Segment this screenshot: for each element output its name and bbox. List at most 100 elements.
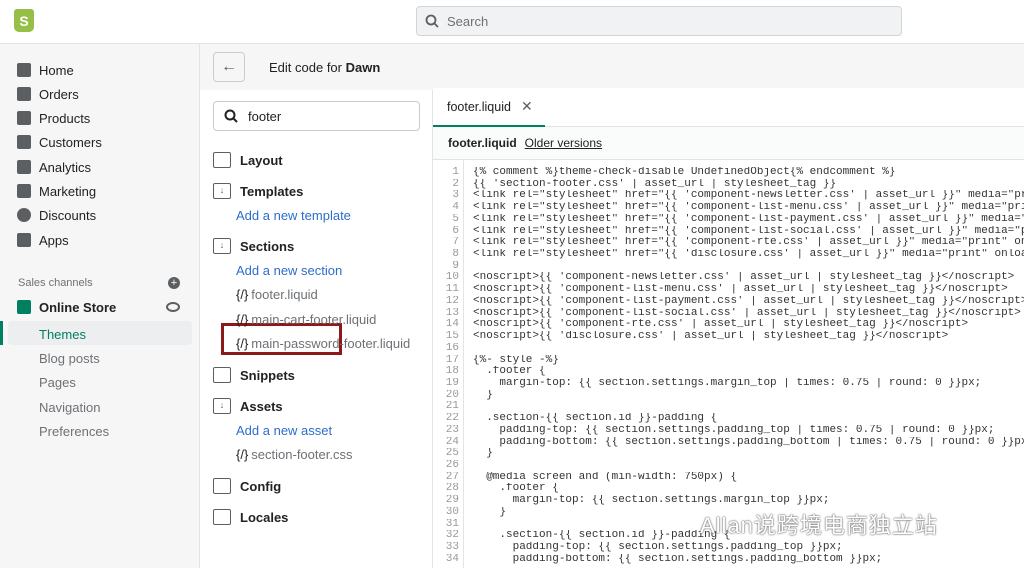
nav-label: Home — [39, 62, 74, 78]
code-line: 5 <link rel="stylesheet" href="{{ 'compon… — [433, 214, 1024, 226]
code-text: <link rel="stylesheet" href="{{ 'compone… — [473, 190, 1024, 202]
folder-templates[interactable]: ↓ Templates — [213, 183, 303, 199]
line-number: 34 — [445, 553, 459, 565]
nav-marketing[interactable]: Marketing — [17, 181, 96, 201]
code-line: 13 <noscript>{{ 'component-list-social.cs… — [433, 308, 1024, 320]
code-text: <noscript>{{ 'component-newsletter.css' … — [473, 272, 1015, 284]
nav-orders[interactable]: Orders — [17, 84, 79, 104]
nav-label: Apps — [39, 232, 69, 248]
line-number: 15 — [445, 331, 459, 343]
orders-icon — [17, 87, 31, 101]
file-main-cart-footer[interactable]: {/} main-cart-footer.liquid — [236, 312, 376, 327]
nav-products[interactable]: Products — [17, 108, 90, 128]
folder-sections[interactable]: ↓ Sections — [213, 238, 294, 254]
code-line: 11 <noscript>{{ 'component-list-menu.css'… — [433, 284, 1024, 296]
tab-footer-liquid[interactable]: footer.liquid ✕ — [433, 88, 545, 127]
shopify-logo[interactable]: S — [14, 9, 34, 32]
line-number: 31 — [445, 518, 459, 530]
code-area[interactable]: 1 {% comment %}theme-check-disable Undefi… — [433, 167, 1024, 565]
folder-open-icon: ↓ — [213, 398, 231, 414]
line-number: 18 — [445, 366, 459, 378]
liquid-file-icon: {/} — [236, 287, 249, 302]
folder-snippets[interactable]: Snippets — [213, 367, 295, 383]
code-text: <link rel="stylesheet" href="{{ 'compone… — [473, 237, 1024, 249]
folder-label: Layout — [240, 152, 283, 168]
discount-icon — [17, 208, 31, 222]
code-text: padding-top: {{ section.settings.padding… — [473, 424, 995, 436]
code-line: 7 <link rel="stylesheet" href="{{ 'compon… — [433, 237, 1024, 249]
nav-apps[interactable]: Apps — [17, 230, 69, 250]
file-label: section-footer.css — [251, 447, 353, 462]
home-icon — [17, 63, 31, 77]
watermark: Allan说跨境电商独立站 — [700, 513, 938, 538]
nav-pages[interactable]: Pages — [39, 375, 76, 390]
code-line: 8 <link rel="stylesheet" href="{{ 'disclo… — [433, 249, 1024, 261]
back-button[interactable]: ← — [213, 52, 245, 82]
file-label: footer.liquid — [251, 287, 318, 302]
folder-locales[interactable]: Locales — [213, 509, 288, 525]
code-line: 21 — [433, 401, 1024, 413]
nav-themes[interactable]: Themes — [39, 327, 86, 342]
nav-blog-posts[interactable]: Blog posts — [39, 351, 100, 366]
arrow-left-icon: ← — [221, 58, 237, 75]
code-text: {{ 'section-footer.css' | asset_url | st… — [473, 178, 837, 190]
folder-layout[interactable]: Layout — [213, 152, 283, 168]
folder-label: Sections — [240, 238, 295, 254]
line-number: 24 — [445, 436, 459, 448]
add-asset-link[interactable]: Add a new asset — [236, 423, 332, 438]
add-template-link[interactable]: Add a new template — [236, 208, 351, 223]
file-section-footer-css[interactable]: {/} section-footer.css — [236, 447, 352, 462]
nav-label: Products — [39, 110, 91, 126]
folder-icon — [213, 152, 231, 168]
code-text: .footer { — [473, 366, 546, 378]
file-footer-liquid[interactable]: {/} footer.liquid — [236, 287, 318, 302]
file-name: footer.liquid — [448, 136, 517, 150]
code-line: 24 padding-bottom: {{ section.settings.p… — [433, 437, 1024, 449]
folder-label: Snippets — [240, 367, 295, 383]
code-text: <link rel="stylesheet" href="{{ 'compone… — [473, 225, 1024, 237]
line-number: 9 — [452, 260, 459, 272]
older-versions-link[interactable]: Older versions — [525, 136, 602, 150]
nav-preferences[interactable]: Preferences — [39, 424, 109, 439]
nav-label: Online Store — [39, 299, 117, 315]
folder-config[interactable]: Config — [213, 478, 281, 494]
close-icon[interactable]: ✕ — [521, 98, 533, 115]
code-text: .section-{{ section.id }}-padding { — [473, 413, 718, 425]
nav-label: Customers — [39, 134, 102, 150]
person-icon — [17, 135, 31, 149]
global-search-input[interactable]: Search — [416, 6, 902, 36]
line-number: 17 — [445, 354, 459, 366]
nav-home[interactable]: Home — [17, 60, 74, 80]
line-number: 6 — [452, 225, 459, 237]
code-text: margin-top: {{ section.settings.margin_t… — [473, 495, 830, 507]
file-main-password-footer[interactable]: {/} main-password-footer.liquid — [236, 336, 410, 351]
line-number: 21 — [445, 401, 459, 413]
nav-online-store[interactable]: Online Store — [17, 297, 116, 317]
folder-icon — [213, 509, 231, 525]
apps-icon — [17, 233, 31, 247]
code-line: 26 — [433, 460, 1024, 472]
code-file-icon: {/} — [236, 447, 249, 462]
eye-icon[interactable] — [166, 302, 180, 312]
add-section-link[interactable]: Add a new section — [236, 263, 342, 278]
nav-customers[interactable]: Customers — [17, 132, 102, 152]
code-line: 6 <link rel="stylesheet" href="{{ 'compon… — [433, 226, 1024, 238]
code-line: 25 } — [433, 448, 1024, 460]
marketing-icon — [17, 184, 31, 198]
code-text: <noscript>{{ 'component-list-payment.css… — [473, 295, 1024, 307]
code-text: .footer { — [473, 483, 559, 495]
nav-navigation[interactable]: Navigation — [39, 400, 100, 415]
code-text: } — [473, 448, 493, 460]
add-channel-icon[interactable]: + — [168, 277, 180, 289]
liquid-file-icon: {/} — [236, 336, 249, 351]
code-line: 14 <noscript>{{ 'component-rte.css' | ass… — [433, 319, 1024, 331]
nav-analytics[interactable]: Analytics — [17, 157, 91, 177]
folder-label: Config — [240, 478, 282, 494]
code-line: 22 .section-{{ section.id }}-padding { — [433, 413, 1024, 425]
file-search-input[interactable]: footer — [213, 101, 420, 131]
code-line: 27 @media screen and (min-width: 750px) … — [433, 472, 1024, 484]
code-line: 12 <noscript>{{ 'component-list-payment.c… — [433, 296, 1024, 308]
line-number: 7 — [452, 237, 459, 249]
nav-discounts[interactable]: Discounts — [17, 205, 96, 225]
folder-assets[interactable]: ↓ Assets — [213, 398, 283, 414]
